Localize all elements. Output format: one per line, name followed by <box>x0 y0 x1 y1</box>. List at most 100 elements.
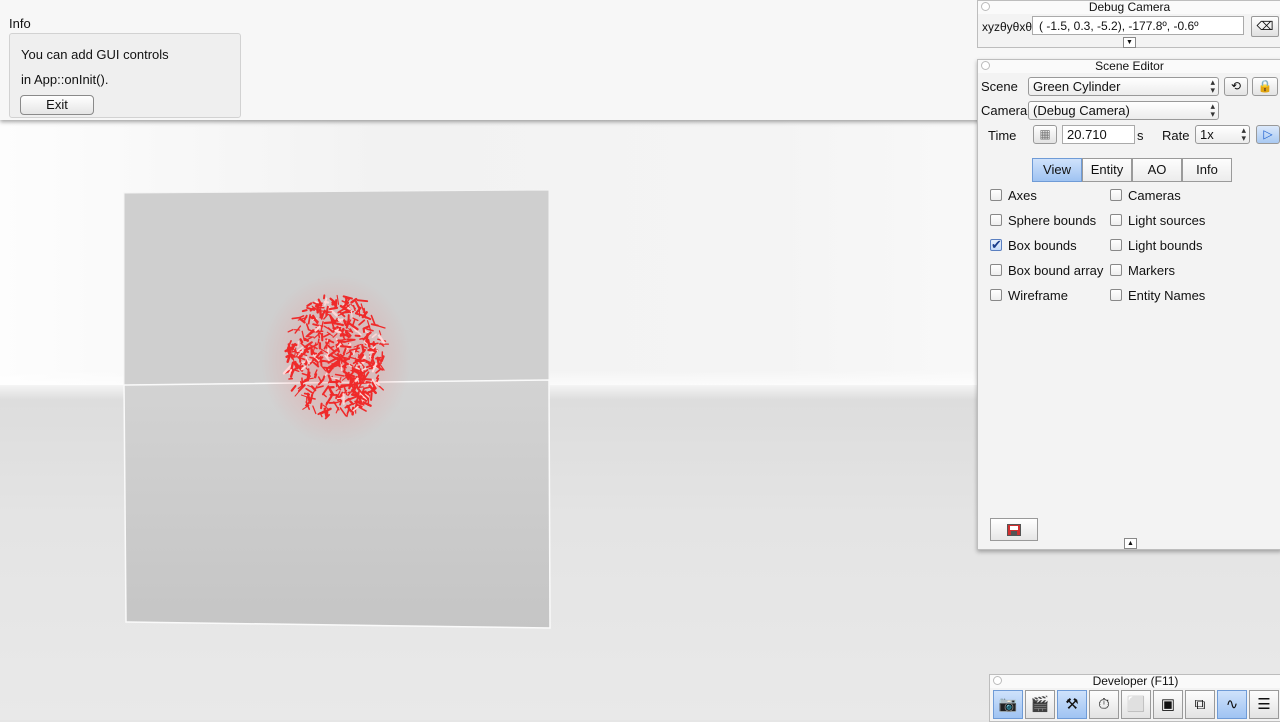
foliage-stroke <box>358 300 368 301</box>
checkbox-box[interactable] <box>990 214 1002 226</box>
tab-view[interactable]: View <box>1032 158 1082 182</box>
windows-tool-button[interactable]: ⧉ <box>1185 690 1215 719</box>
film-button[interactable]: ▦ <box>1033 125 1057 144</box>
tab-ao[interactable]: AO <box>1132 158 1182 182</box>
foliage-stroke <box>372 324 378 325</box>
tab-entity[interactable]: Entity <box>1082 158 1132 182</box>
foliage-stroke <box>342 385 352 386</box>
info-text-line-1: You can add GUI controls <box>21 47 169 62</box>
camera-label: Camera <box>981 103 1027 118</box>
copy-camera-button[interactable]: ⌫ <box>1251 16 1279 37</box>
clapperboard-tool-button[interactable]: 🎬 <box>1025 690 1055 719</box>
foliage-stroke <box>336 395 337 398</box>
time-unit: s <box>1137 128 1144 143</box>
rate-label: Rate <box>1162 128 1189 143</box>
foliage-stroke <box>341 346 351 347</box>
foliage-stroke <box>302 378 303 385</box>
exit-button[interactable]: Exit <box>20 95 94 115</box>
foliage-stroke <box>368 392 369 396</box>
camera-icon: 📷 <box>999 696 1018 713</box>
rate-select-value: 1x <box>1200 127 1214 142</box>
rate-select[interactable]: 1x ▴▾ <box>1195 125 1250 144</box>
reload-scene-button[interactable]: ⟲ <box>1224 77 1248 96</box>
debug-camera-title: Debug Camera <box>978 1 1280 14</box>
camera-coordinates-field[interactable]: ( -1.5, 0.3, -5.2), -177.8º, -0.6º <box>1032 16 1244 35</box>
checkbox-label: Light bounds <box>1128 238 1202 254</box>
foliage-stroke <box>376 358 380 359</box>
checkbox-label: Light sources <box>1128 213 1205 229</box>
console-tool-button[interactable]: ▣ <box>1153 690 1183 719</box>
checkbox-label: Cameras <box>1128 188 1181 204</box>
expand-arrow-icon[interactable]: ▼ <box>1123 37 1136 48</box>
lock-scene-button[interactable]: 🔒 <box>1252 77 1278 96</box>
info-window-title: Info <box>9 16 31 31</box>
debug-camera-window: Debug Camera xyzθyθxθz ( -1.5, 0.3, -5.2… <box>977 0 1280 48</box>
foliage-stroke <box>368 340 369 346</box>
time-label: Time <box>988 128 1016 143</box>
tools-tool-button[interactable]: ⚒ <box>1057 690 1087 719</box>
info-text-line-2: in App::onInit(). <box>21 72 108 87</box>
foliage-stroke <box>354 350 355 354</box>
foliage-stroke <box>338 359 339 366</box>
checkbox-box[interactable] <box>1110 264 1122 276</box>
foliage-stroke <box>308 373 309 381</box>
checkbox-label: Wireframe <box>1008 288 1068 304</box>
info-window: You can add GUI controls in App::onInit(… <box>9 33 241 118</box>
foliage-stroke <box>301 339 303 342</box>
foliage-stroke <box>318 339 319 343</box>
checkbox-label: Sphere bounds <box>1008 213 1096 229</box>
close-icon[interactable] <box>993 676 1002 685</box>
scene-label: Scene <box>981 79 1018 94</box>
checkbox-label: Box bounds <box>1008 238 1077 254</box>
foliage-stroke <box>323 368 332 369</box>
graph-icon: ∿ <box>1226 696 1239 713</box>
checkbox-box[interactable] <box>1110 189 1122 201</box>
foliage-stroke <box>303 310 307 311</box>
xyz-label: xyzθyθxθz <box>982 20 1038 34</box>
collapse-arrow-icon[interactable]: ▲ <box>1124 538 1137 549</box>
profiler-tool-button[interactable]: ⏱ <box>1089 690 1119 719</box>
checkbox-label: Markers <box>1128 263 1175 279</box>
reload-icon: ⟲ <box>1231 79 1241 93</box>
checkbox-box[interactable] <box>990 189 1002 201</box>
save-scene-button[interactable] <box>990 518 1038 541</box>
profiler-icon: ⏱ <box>1098 696 1110 713</box>
checkbox-box[interactable] <box>990 289 1002 301</box>
scene-select[interactable]: Green Cylinder ▴▾ <box>1028 77 1219 96</box>
close-icon[interactable] <box>981 2 990 11</box>
play-icon: ▷ <box>1263 127 1272 141</box>
camera-select-value: (Debug Camera) <box>1033 103 1130 118</box>
camera-tool-button[interactable]: 📷 <box>993 690 1023 719</box>
scene-editor-window: Scene Editor Scene Green Cylinder ▴▾ ⟲ 🔒… <box>977 59 1280 550</box>
checkbox-box[interactable] <box>1110 289 1122 301</box>
foliage-stroke <box>371 393 372 400</box>
checkbox-label: Axes <box>1008 188 1037 204</box>
graph-tool-button[interactable]: ∿ <box>1217 690 1247 719</box>
tab-info[interactable]: Info <box>1182 158 1232 182</box>
camera-select[interactable]: (Debug Camera) ▴▾ <box>1028 101 1219 120</box>
foliage-stroke <box>366 362 372 363</box>
eraser-icon: ⌫ <box>1257 19 1274 33</box>
document-tool-button[interactable]: ☰ <box>1249 690 1279 719</box>
foliage-stroke <box>360 339 363 340</box>
close-icon[interactable] <box>981 61 990 70</box>
checkbox-box[interactable] <box>990 239 1002 251</box>
lock-icon: 🔒 <box>1258 79 1273 93</box>
foliage-stroke <box>327 369 328 372</box>
clapperboard-icon: 🎬 <box>1031 696 1050 713</box>
select-arrows-icon: ▴▾ <box>1210 102 1215 118</box>
foliage-stroke <box>311 398 316 399</box>
foliage-stroke <box>307 337 314 338</box>
checkbox-box[interactable] <box>990 264 1002 276</box>
tools-icon: ⚒ <box>1065 696 1078 713</box>
new-window-icon: ⬜ <box>1127 696 1146 713</box>
checkbox-box[interactable] <box>1110 214 1122 226</box>
play-button[interactable]: ▷ <box>1256 125 1280 144</box>
foliage-stroke <box>305 394 309 395</box>
select-arrows-icon: ▴▾ <box>1241 126 1246 142</box>
foliage-stroke <box>333 303 336 304</box>
checkbox-box[interactable] <box>1110 239 1122 251</box>
time-field[interactable]: 20.710 <box>1062 125 1135 144</box>
new-window-tool-button[interactable]: ⬜ <box>1121 690 1151 719</box>
developer-window: Developer (F11) 📷🎬⚒⏱⬜▣⧉∿☰ <box>989 674 1280 722</box>
